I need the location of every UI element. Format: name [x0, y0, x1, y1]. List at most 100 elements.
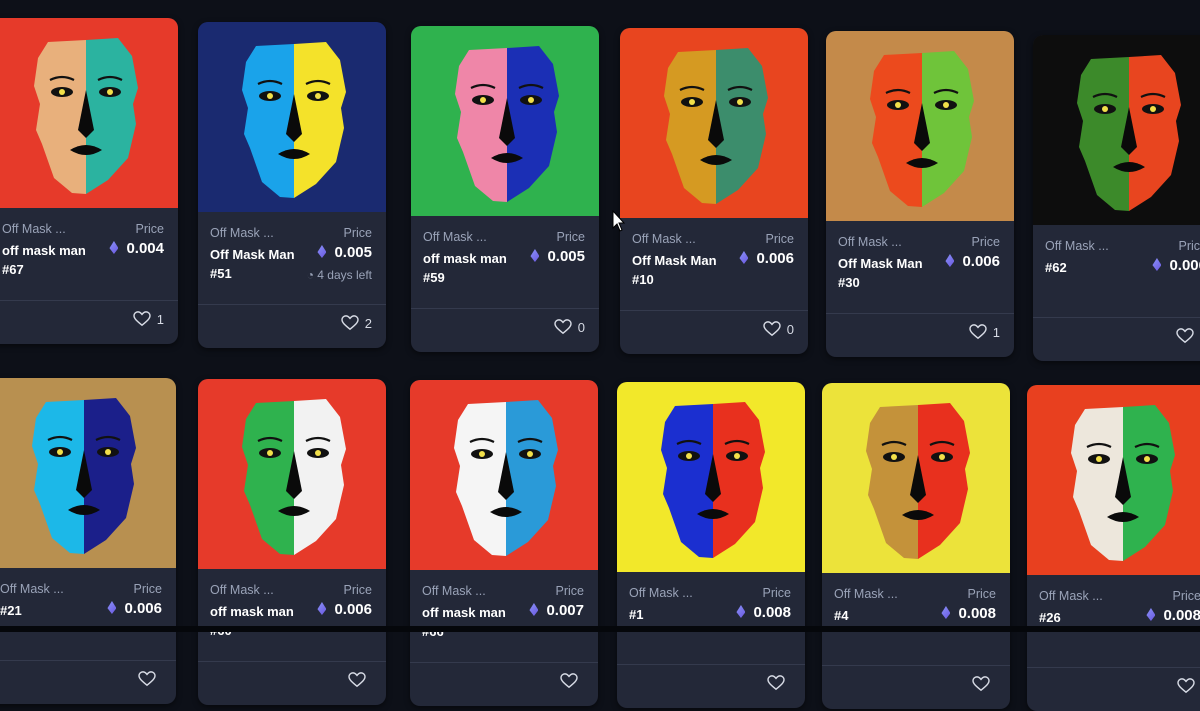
nft-name[interactable]: Off Mask Man #51 [210, 245, 310, 283]
divider [198, 661, 386, 662]
nft-name[interactable]: #1 [629, 605, 729, 624]
price-label: Price [1179, 239, 1200, 253]
like-button[interactable]: 2 [341, 315, 372, 331]
eth-icon [109, 241, 118, 254]
collection-name[interactable]: Off Mask ... [423, 230, 487, 244]
like-button[interactable]: 0 [1176, 328, 1200, 344]
nft-name[interactable]: #4 [834, 606, 934, 625]
nft-name[interactable]: #62 [1045, 258, 1145, 277]
collection-name[interactable]: Off Mask ... [210, 226, 274, 240]
collection-name[interactable]: Off Mask ... [422, 584, 486, 598]
price-label: Price [1173, 589, 1200, 603]
collection-name[interactable]: Off Mask ... [629, 586, 693, 600]
divider [1027, 667, 1200, 668]
like-button[interactable] [767, 675, 791, 691]
heart-icon [763, 321, 781, 337]
nft-card[interactable]: Off Mask ... Price off mask man #66 0.00… [410, 380, 598, 706]
nft-card[interactable]: Off Mask ... Price #26 0.008 [1027, 385, 1200, 711]
card-info: Off Mask ... Price Off Mask Man #10 0.00… [620, 218, 808, 354]
heart-icon [972, 676, 990, 692]
like-button[interactable]: 1 [969, 324, 1000, 340]
nft-name[interactable]: #26 [1039, 608, 1139, 627]
like-button[interactable] [1177, 678, 1200, 694]
nft-card[interactable]: Off Mask ... Price off mask man #59 0.00… [411, 26, 599, 352]
price-label: Price [972, 235, 1000, 249]
card-info: Off Mask ... Price #4 0.008 [822, 573, 1010, 709]
card-info: Off Mask ... Price #26 0.008 [1027, 575, 1200, 711]
divider [198, 304, 386, 305]
like-count: 1 [993, 325, 1000, 340]
nft-card[interactable]: Off Mask ... Price Off Mask Man #30 0.00… [826, 31, 1014, 357]
price-label: Price [134, 582, 162, 596]
like-count: 1 [157, 312, 164, 327]
collection-name[interactable]: Off Mask ... [632, 232, 696, 246]
like-button[interactable] [972, 676, 996, 692]
nft-name[interactable]: #21 [0, 601, 100, 620]
collection-name[interactable]: Off Mask ... [838, 235, 902, 249]
like-button[interactable] [138, 671, 162, 687]
like-button[interactable] [560, 673, 584, 689]
like-button[interactable] [348, 672, 372, 688]
like-button[interactable]: 0 [554, 319, 585, 335]
nft-image[interactable] [411, 26, 599, 216]
eth-icon [736, 605, 745, 618]
price-label: Price [344, 226, 372, 240]
nft-artwork [410, 380, 598, 570]
nft-card[interactable]: Off Mask ... Price Off Mask Man #10 0.00… [620, 28, 808, 354]
price-value: 0.006 [317, 601, 372, 618]
price-label: Price [968, 587, 996, 601]
nft-name[interactable]: Off Mask Man #10 [632, 251, 732, 289]
nft-name[interactable]: off mask man #66 [422, 603, 522, 641]
nft-image[interactable] [1027, 385, 1200, 575]
nft-image[interactable] [0, 378, 176, 568]
collection-name[interactable]: Off Mask ... [1039, 589, 1103, 603]
nft-image[interactable] [410, 380, 598, 570]
eth-icon [317, 245, 326, 258]
nft-image[interactable] [620, 28, 808, 218]
mouse-cursor-icon [612, 210, 626, 232]
nft-image[interactable] [826, 31, 1014, 221]
price-value: 0.004 [109, 240, 164, 257]
eth-icon [941, 606, 950, 619]
nft-card[interactable]: Off Mask ... Price Off Mask Man #51 0.00… [198, 22, 386, 348]
nft-image[interactable] [0, 18, 178, 208]
nft-artwork [0, 378, 176, 568]
price-label: Price [556, 584, 584, 598]
divider [0, 660, 176, 661]
nft-image[interactable] [1033, 35, 1200, 225]
nft-card[interactable]: Off Mask ... Price off mask man #67 0.00… [0, 18, 178, 344]
nft-image[interactable] [198, 22, 386, 212]
heart-icon [767, 675, 785, 691]
heart-icon [348, 672, 366, 688]
nft-card[interactable]: Off Mask ... Price #4 0.008 [822, 383, 1010, 709]
collection-name[interactable]: Off Mask ... [210, 583, 274, 597]
nft-card[interactable]: Off Mask ... Price #62 0.006 0 [1033, 35, 1200, 361]
nft-artwork [1027, 385, 1200, 575]
nft-card[interactable]: Off Mask ... Price #1 0.008 [617, 382, 805, 708]
eth-icon [529, 603, 538, 616]
nft-name[interactable]: off mask man #60 [210, 602, 310, 640]
eth-icon [739, 251, 748, 264]
like-button[interactable]: 0 [763, 321, 794, 337]
collection-name[interactable]: Off Mask ... [834, 587, 898, 601]
price-value: 0.007 [529, 602, 584, 619]
nft-image[interactable] [822, 383, 1010, 573]
nft-name[interactable]: off mask man #67 [2, 241, 102, 279]
divider [0, 300, 178, 301]
like-button[interactable]: 1 [133, 311, 164, 327]
nft-image[interactable] [198, 379, 386, 569]
nft-card[interactable]: Off Mask ... Price off mask man #60 0.00… [198, 379, 386, 705]
like-count: 2 [365, 316, 372, 331]
collection-name[interactable]: Off Mask ... [2, 222, 66, 236]
collection-name[interactable]: Off Mask ... [0, 582, 64, 596]
nft-name[interactable]: off mask man #59 [423, 249, 523, 287]
nft-image[interactable] [617, 382, 805, 572]
nft-artwork [617, 382, 805, 572]
collection-name[interactable]: Off Mask ... [1045, 239, 1109, 253]
nft-artwork [620, 28, 808, 218]
divider [620, 310, 808, 311]
nft-name[interactable]: Off Mask Man #30 [838, 254, 938, 292]
price-value: 0.006 [945, 253, 1000, 270]
price-value: 0.005 [317, 244, 372, 261]
nft-card[interactable]: Off Mask ... Price #21 0.006 [0, 378, 176, 704]
